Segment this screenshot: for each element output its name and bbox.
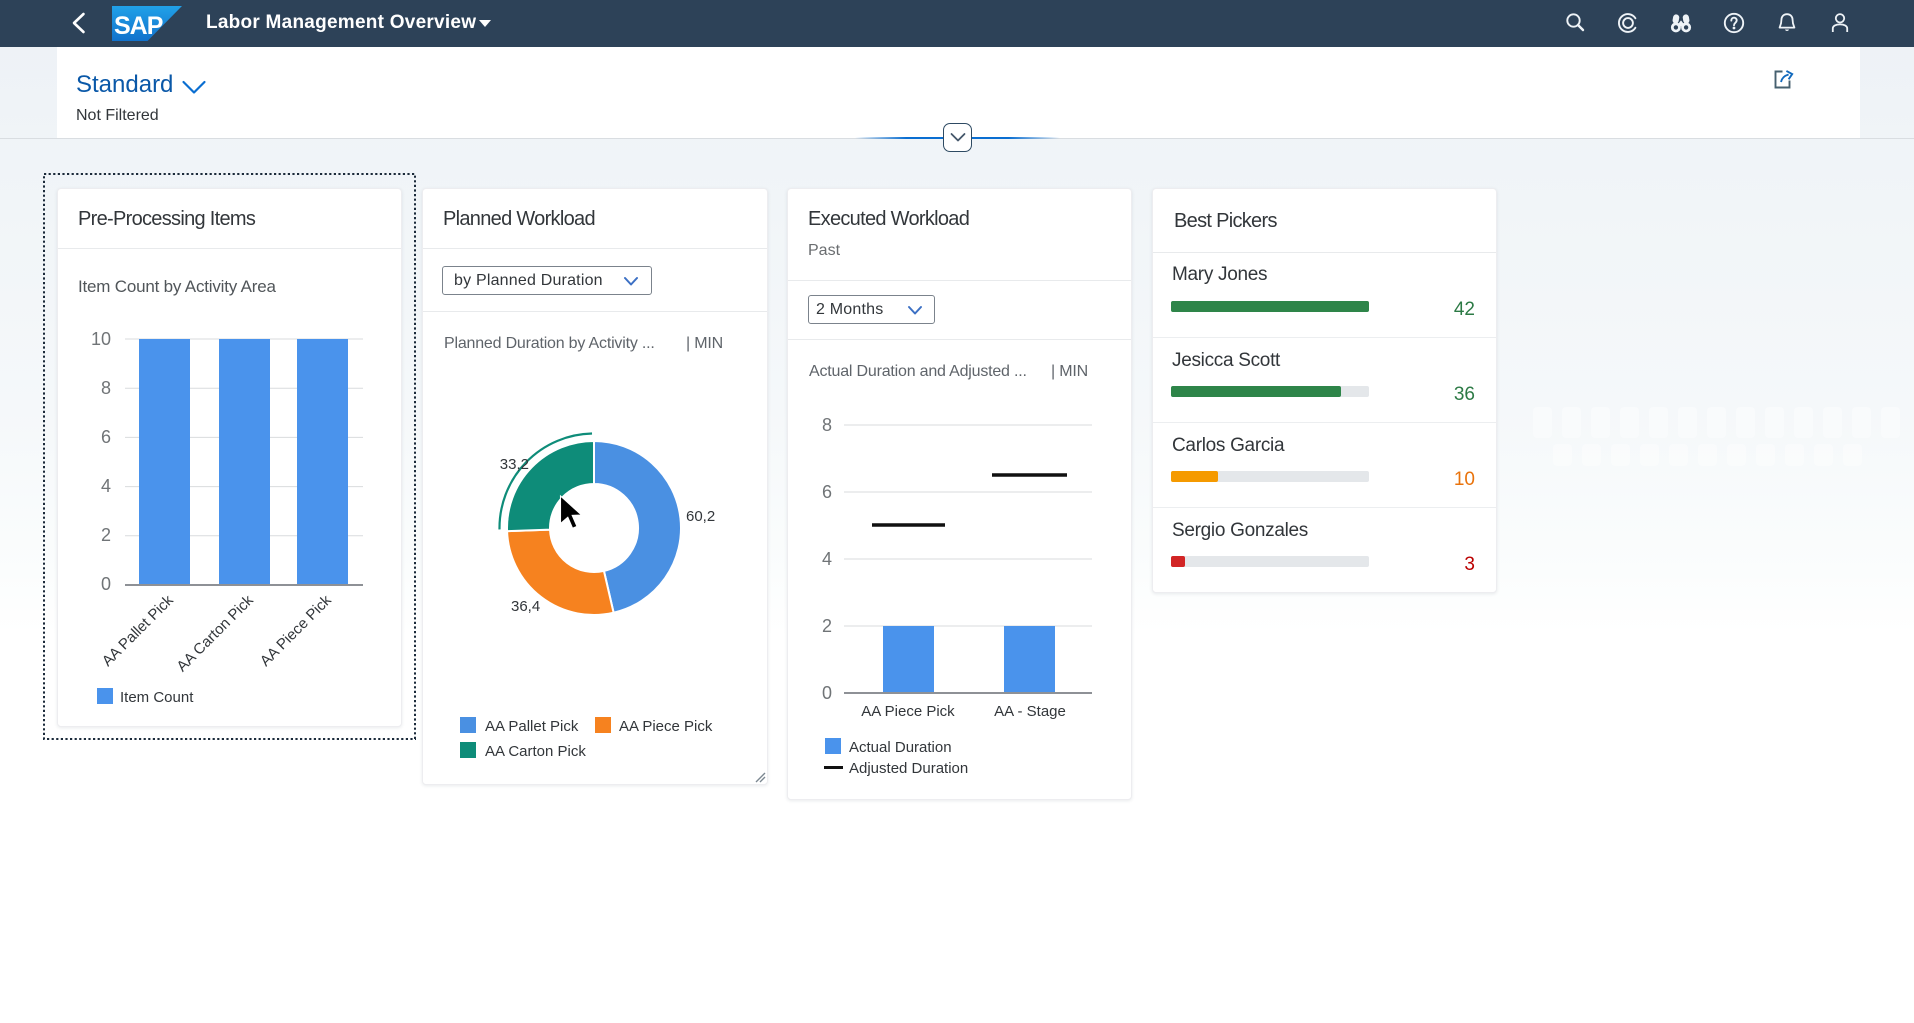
svg-text:AA Piece Pick: AA Piece Pick: [257, 591, 335, 669]
svg-text:2: 2: [101, 525, 111, 545]
svg-text:AA - Stage: AA - Stage: [994, 703, 1066, 720]
svg-text:4: 4: [822, 549, 832, 569]
svg-text:SAP: SAP: [114, 12, 163, 40]
svg-text:6: 6: [822, 482, 832, 502]
svg-text:AA Pallet Pick: AA Pallet Pick: [99, 591, 177, 669]
svg-text:0: 0: [822, 683, 832, 703]
svg-text:8: 8: [101, 378, 111, 398]
svg-text:4: 4: [101, 476, 111, 496]
svg-text:AA Piece Pick: AA Piece Pick: [861, 703, 955, 720]
svg-text:36,4: 36,4: [511, 598, 540, 615]
svg-text:0: 0: [101, 574, 111, 594]
svg-text:2: 2: [822, 616, 832, 636]
svg-text:8: 8: [822, 415, 832, 435]
svg-text:33,2: 33,2: [500, 456, 529, 473]
svg-text:6: 6: [101, 427, 111, 447]
svg-text:AA Carton Pick: AA Carton Pick: [173, 591, 257, 675]
svg-text:10: 10: [91, 329, 111, 349]
svg-text:60,2: 60,2: [686, 508, 715, 525]
